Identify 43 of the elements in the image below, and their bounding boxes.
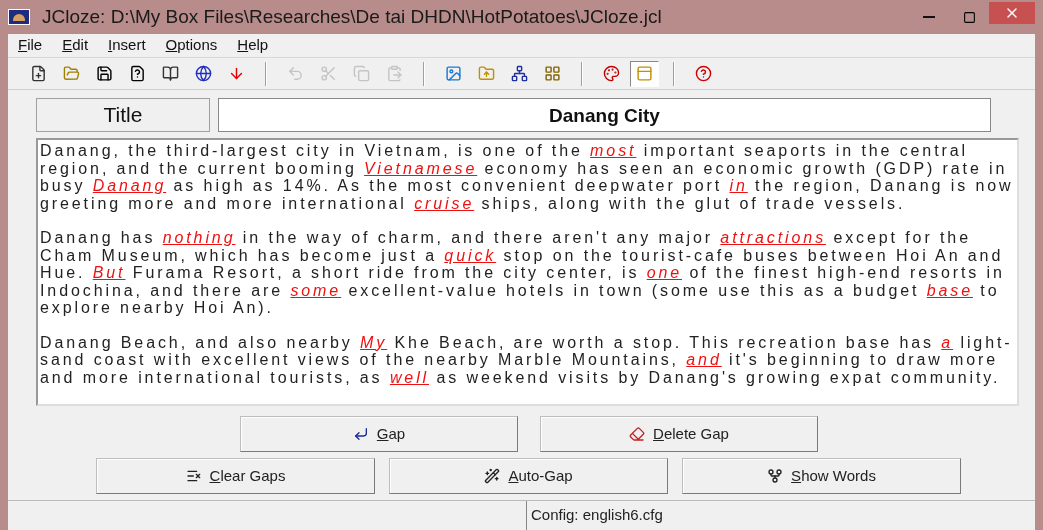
network-icon <box>511 65 528 82</box>
list-icon <box>185 468 202 484</box>
arrow-icon <box>352 426 369 442</box>
undo-icon <box>287 65 304 82</box>
folder-icon <box>63 65 80 82</box>
cut-icon <box>320 65 337 82</box>
action-button[interactable]: Clear Gaps <box>96 458 375 494</box>
branch-icon <box>767 468 784 484</box>
window-title: JCloze: D:\My Box Files\Researches\De tai DHDN\HotPotatoes\JCloze.jcl <box>42 4 662 29</box>
paragraph: Danang has nothing in the way of charm, and there aren't any major attractions except for the Cham Museum, which has become just a quick stop on the tourist-cafe buses between Hoi An and Hue. But Furama Resort, a short ride from the city center, is one of the finest high-end resorts in Indochina, and there are some excellent-value hotels in town (some use this as a budget base to explore nearby Hoi An). <box>40 229 1006 317</box>
paragraph: Danang Beach, and also nearby My Khe Beach, are worth a stop. This recreation base has a light-sand coast with excellent views of the nearby Marble Mountains, and it's beginning to draw more and more international tourists, as well as weekend visits by Danang's growing expat community. <box>40 333 1014 386</box>
action-button[interactable]: Show Words <box>682 458 961 494</box>
menu-item[interactable]: File <box>18 34 43 57</box>
new-file-icon <box>30 65 47 82</box>
text-area[interactable] <box>36 138 1019 406</box>
maximize-icon <box>962 10 976 24</box>
title-label: Title <box>36 98 210 132</box>
action-button[interactable]: Gap <box>240 416 518 452</box>
minimize-icon <box>923 16 935 18</box>
action-button[interactable]: Auto-Gap <box>389 458 668 494</box>
save-icon <box>96 65 113 82</box>
globe-icon <box>195 65 212 82</box>
paragraph: Danang, the third-largest city in Vietnam, is one of the most important seaports in the central region, and the current booming Vietnamese economy has seen an economic growth (GDP) rate in busy Danang as high as 14%. As the most convenient deepwater port in the region, Danang is now greeting more and more international cruise ships, along with the glut of trade vessels. <box>40 142 1015 212</box>
eraser-icon <box>629 426 646 442</box>
status-bar: Config: english6.cfg <box>526 501 1035 530</box>
folder-page-icon <box>478 65 495 82</box>
wand-icon <box>484 468 501 484</box>
copy-icon <box>353 65 370 82</box>
grid-page-icon <box>544 65 561 82</box>
menu-item[interactable]: Edit <box>62 34 89 57</box>
palette-icon <box>603 65 620 82</box>
title-field[interactable]: Danang City <box>218 98 991 132</box>
app-icon <box>8 9 30 25</box>
menu-item[interactable]: Options <box>165 34 218 57</box>
picture-page-icon <box>445 65 462 82</box>
action-button[interactable]: Delete Gap <box>540 416 818 452</box>
menu-item[interactable]: Insert <box>108 34 146 57</box>
save-as-icon <box>129 65 146 82</box>
menu-item[interactable]: Help <box>237 34 269 57</box>
window-icon <box>636 65 653 82</box>
paste-icon <box>386 65 403 82</box>
book-icon <box>162 65 179 82</box>
help-icon <box>695 65 712 82</box>
